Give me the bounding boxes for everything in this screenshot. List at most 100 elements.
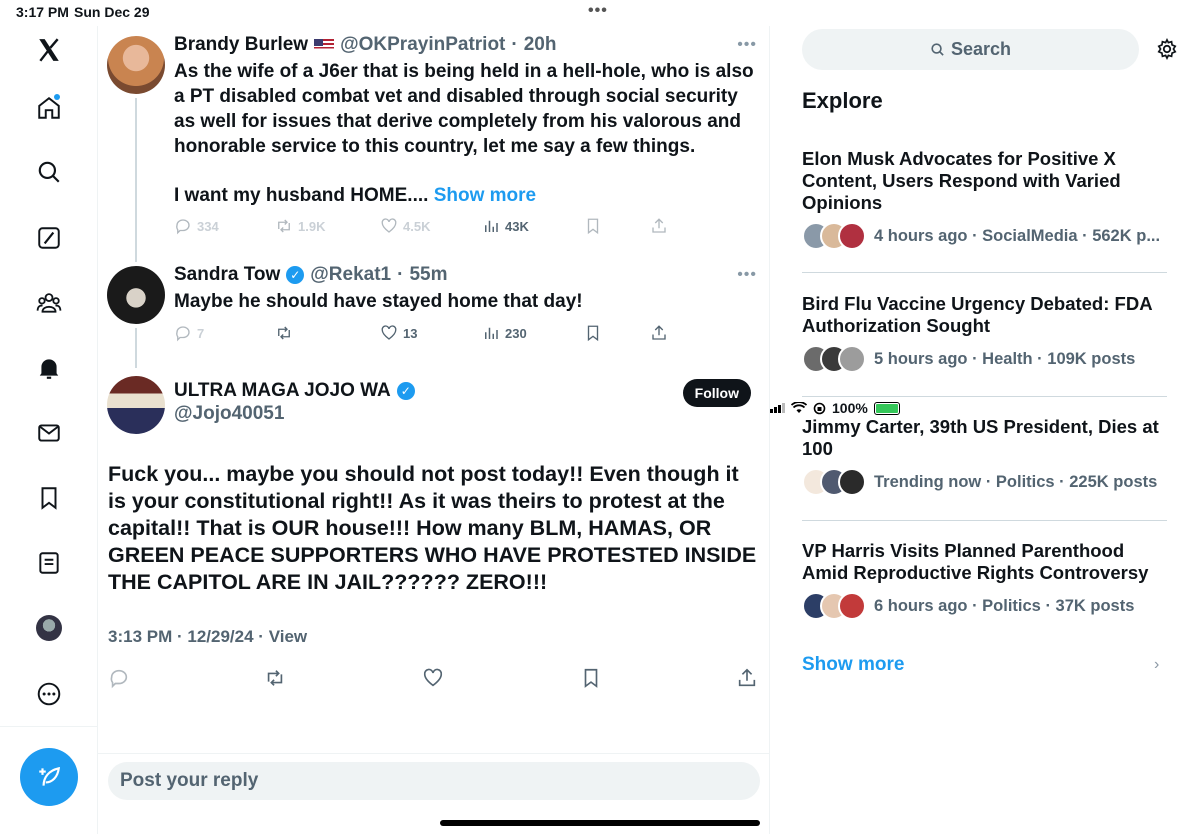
status-time: 3:17 PM [16, 4, 69, 20]
tweet-meta-date[interactable]: 12/29/24 [187, 627, 253, 646]
repost-icon [267, 670, 283, 686]
author-name[interactable]: ULTRA MAGA JOJO WA [174, 380, 391, 402]
views-icon [485, 220, 498, 232]
reply-placeholder: Post your reply [120, 770, 259, 791]
main-column: Brandy Burlew @OKPrayinPatriot · 20h •••… [98, 26, 770, 834]
compose-icon [39, 766, 61, 786]
main-tweet-actions [108, 666, 768, 690]
bookmark-button[interactable] [584, 324, 602, 342]
show-more-link[interactable]: Show more [434, 185, 536, 206]
like-button[interactable]: 13 [380, 324, 417, 342]
grok-icon [38, 227, 60, 249]
trend-item[interactable]: VP Harris Visits Planned Parenthood Amid… [802, 540, 1167, 620]
nav-explore[interactable] [0, 152, 98, 192]
nav-home[interactable] [0, 88, 98, 128]
status-date: Sun Dec 29 [74, 4, 150, 20]
reply-button[interactable]: 7 [174, 324, 204, 342]
trend-title: VP Harris Visits Planned Parenthood Amid… [802, 540, 1149, 583]
tweet-time[interactable]: 55m [409, 264, 447, 286]
more-options-icon[interactable]: ••• [737, 266, 757, 284]
author-handle[interactable]: @OKPrayinPatriot [340, 34, 505, 56]
trend-meta: 6 hours ago · Politics · 37K posts [874, 596, 1135, 615]
reply-button[interactable]: 334 [174, 217, 219, 235]
like-button[interactable] [422, 667, 444, 689]
gear-icon[interactable] [1156, 38, 1178, 60]
avatar[interactable] [107, 266, 165, 324]
tweet-text: Maybe he should have stayed home that da… [174, 291, 583, 312]
trend-title: Elon Musk Advocates for Positive X Conte… [802, 148, 1121, 213]
home-indicator[interactable] [440, 820, 760, 826]
nav-grok[interactable] [0, 218, 98, 258]
reply-button[interactable] [108, 667, 130, 689]
share-button[interactable] [650, 217, 668, 235]
nav-notifications[interactable] [0, 348, 98, 388]
view-link[interactable]: View [269, 627, 307, 646]
views-button[interactable]: 43K [482, 217, 529, 235]
bookmark-icon [587, 218, 599, 235]
tweet-header: ULTRA MAGA JOJO WA ✓ [174, 380, 415, 402]
more-options-icon[interactable]: ••• [737, 36, 757, 54]
x-logo[interactable] [0, 30, 98, 70]
trend-avatars [802, 592, 866, 620]
messages-icon [38, 424, 60, 442]
search-icon [38, 161, 60, 183]
tweet-actions: 334 1.9K 4.5K 43K [174, 216, 764, 236]
notification-dot [54, 94, 60, 100]
author-name[interactable]: Sandra Tow [174, 264, 280, 286]
verified-badge-icon: ✓ [286, 266, 305, 284]
like-button[interactable]: 4.5K [380, 217, 430, 235]
share-button[interactable] [736, 667, 758, 689]
reply-input[interactable]: Post your reply [108, 762, 760, 800]
trend-avatars [802, 468, 866, 496]
heart-icon [381, 325, 397, 340]
more-icon [37, 682, 61, 706]
lists-icon [39, 552, 59, 574]
share-icon [652, 218, 666, 233]
trend-divider [802, 520, 1167, 521]
nav-lists[interactable] [0, 543, 98, 583]
share-icon [652, 325, 666, 340]
bookmark-button[interactable] [580, 667, 602, 689]
explore-title: Explore [802, 88, 883, 113]
avatar[interactable] [107, 36, 165, 94]
profile-avatar [36, 615, 62, 641]
bookmark-button[interactable] [584, 217, 602, 235]
notifications-icon [39, 359, 59, 379]
repost-button[interactable] [264, 667, 286, 689]
author-handle[interactable]: @Jojo40051 [174, 403, 284, 425]
trend-divider [802, 272, 1167, 273]
nav-profile[interactable] [0, 608, 98, 648]
trend-item[interactable]: Bird Flu Vaccine Urgency Debated: FDA Au… [802, 293, 1167, 373]
nav-messages[interactable] [0, 413, 98, 453]
nav-bookmarks[interactable] [0, 478, 98, 518]
repost-button[interactable] [275, 324, 293, 342]
nav-communities[interactable] [0, 283, 98, 323]
show-more-trends-link[interactable]: Show more [802, 654, 904, 676]
author-handle[interactable]: @Rekat1 [310, 264, 391, 286]
nav-more[interactable] [0, 674, 98, 714]
avatar[interactable] [107, 376, 165, 434]
reply-divider [98, 753, 770, 754]
search-label: Search [950, 39, 1012, 59]
views-button[interactable]: 230 [482, 324, 527, 342]
tweet-meta-time[interactable]: 3:13 PM [108, 627, 172, 646]
tweet-time[interactable]: 20h [524, 34, 557, 56]
search-icon [931, 43, 944, 56]
nav-divider [0, 726, 98, 727]
trend-item[interactable]: Jimmy Carter, 39th US President, Dies at… [802, 416, 1167, 496]
repost-button[interactable]: 1.9K [275, 217, 325, 235]
main-tweet-text: Fuck you... maybe you should not post to… [108, 462, 757, 594]
trend-item[interactable]: Elon Musk Advocates for Positive X Conte… [802, 148, 1167, 250]
heart-icon [423, 668, 443, 687]
trend-meta: 4 hours ago · SocialMedia · 562K p... [874, 226, 1161, 245]
search-input[interactable]: Search [802, 29, 1139, 70]
compose-button[interactable] [20, 748, 78, 806]
views-icon [485, 327, 498, 339]
author-name[interactable]: Brandy Burlew [174, 34, 308, 56]
trend-avatars [802, 222, 866, 250]
follow-button[interactable]: Follow [682, 379, 751, 407]
share-button[interactable] [650, 324, 668, 342]
thread-line [135, 328, 137, 368]
multitasking-dots-icon[interactable]: ••• [588, 2, 608, 20]
status-bar: 3:17 PM Sun Dec 29 ••• 100% [0, 0, 1200, 416]
